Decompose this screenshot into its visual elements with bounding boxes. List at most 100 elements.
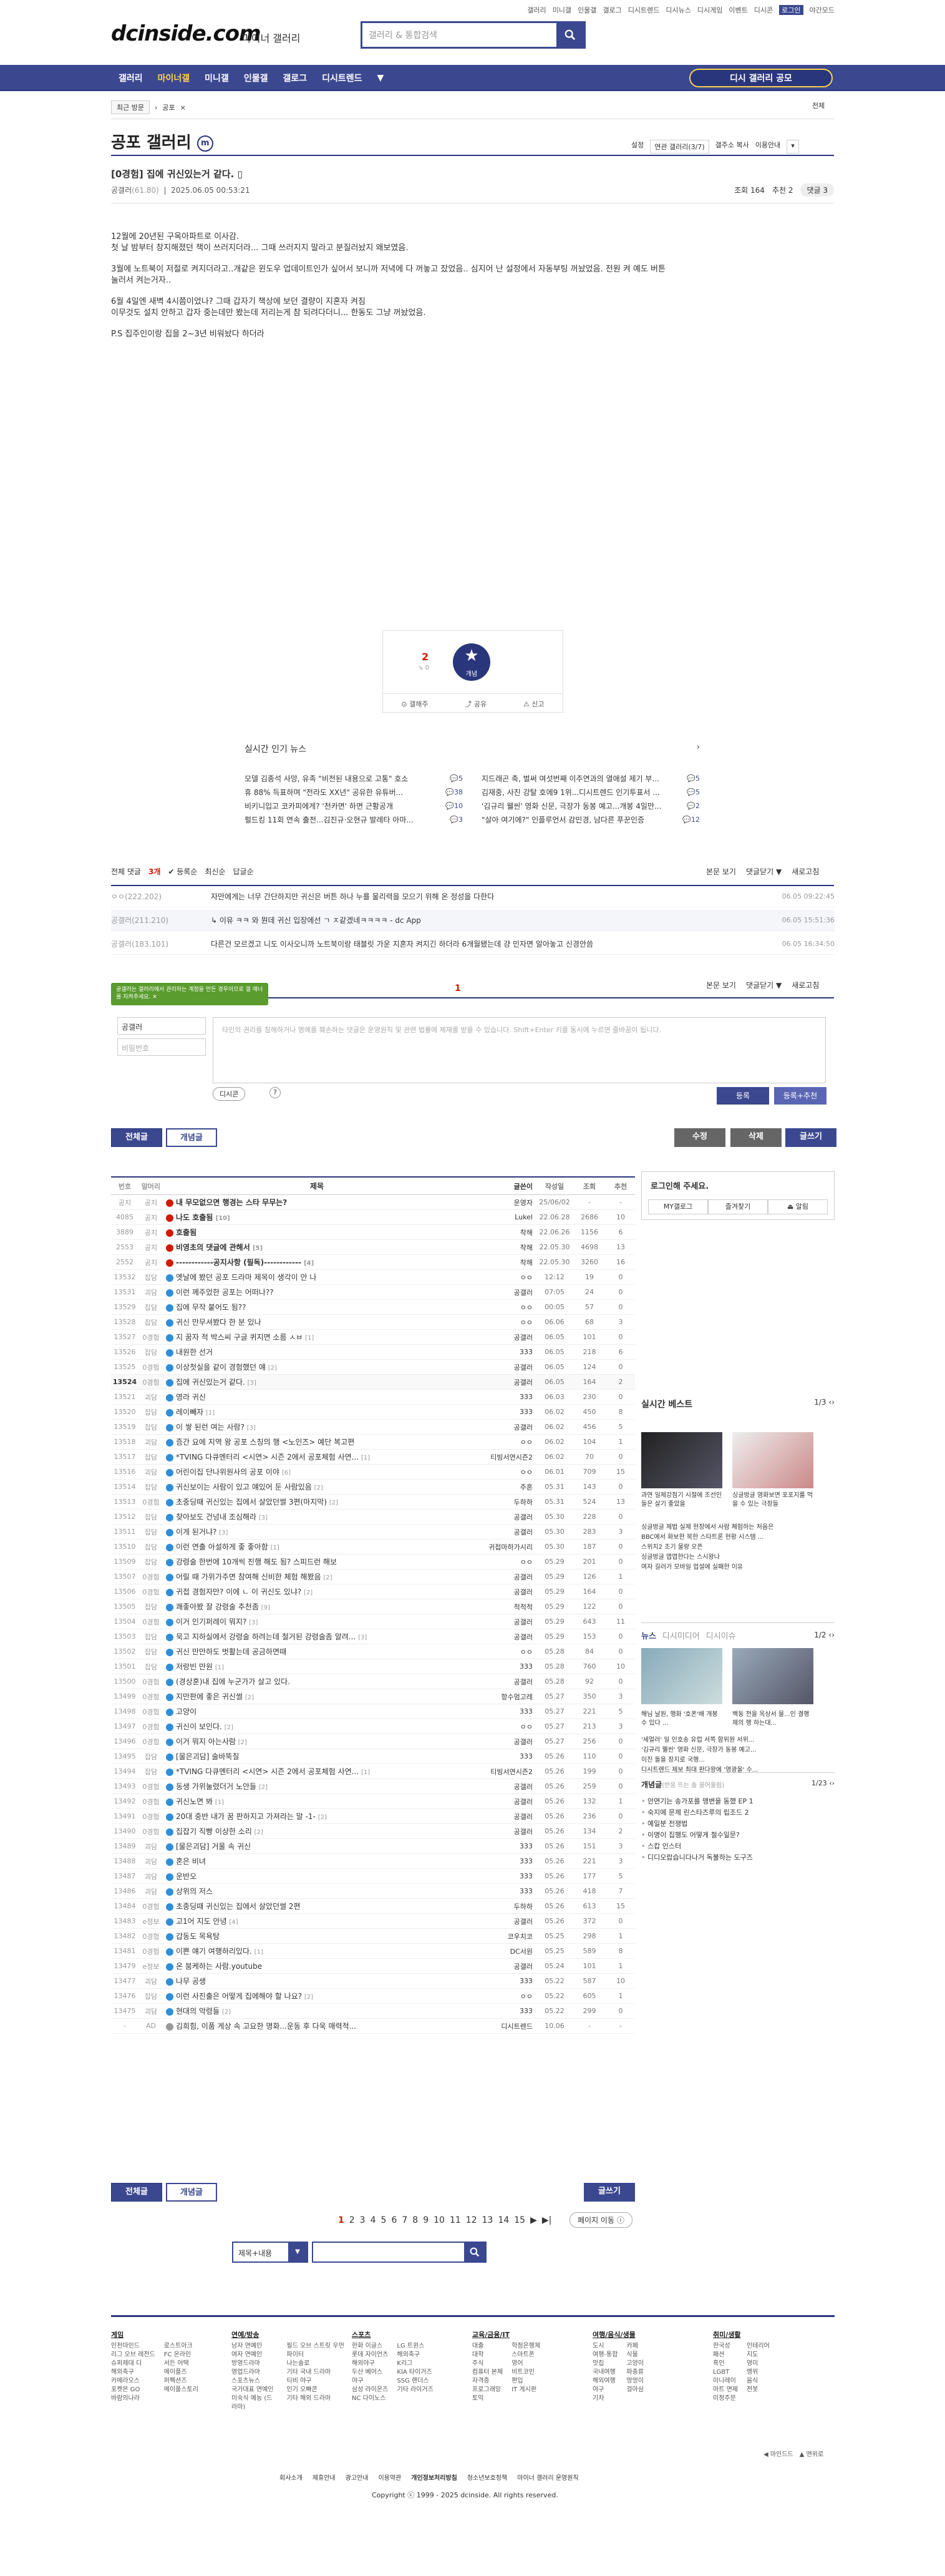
gnb-item[interactable]: 인물갤 — [236, 72, 276, 84]
footer-link[interactable]: 패션 — [713, 2351, 738, 2359]
post-writer[interactable]: 적적적 — [468, 1602, 536, 1612]
footer-link[interactable]: 포켓몬 GO — [111, 2386, 155, 2394]
page-link[interactable]: 9 — [423, 2215, 429, 2225]
post-title-link[interactable]: 귀신 만무셔봤다 한 분 있나 — [163, 1317, 468, 1327]
post-title-link[interactable]: 혼은 비녀 — [163, 1856, 468, 1866]
post-writer[interactable]: 공갤러 — [468, 1782, 536, 1792]
search-button[interactable] — [556, 23, 584, 47]
edit-button[interactable]: 수정 — [674, 1128, 725, 1147]
gallery-option[interactable]: 연관 갤러리(3/7) — [650, 140, 709, 154]
post-writer[interactable]: 착해 — [468, 1242, 536, 1252]
footer-link[interactable]: 스마트폰 — [511, 2351, 540, 2359]
footer-link[interactable]: 영어 — [511, 2359, 540, 2368]
table-row[interactable]: 13477 괴담 나무 공생 333 05.22 587 10 — [111, 1974, 635, 1989]
post-writer[interactable]: 공갤러 — [468, 1632, 536, 1642]
footer-link[interactable]: 스포츠뉴스 — [231, 2377, 278, 2386]
post-writer[interactable]: 코우치코 — [468, 1931, 536, 1941]
footer-link[interactable]: NC 다이노스 — [352, 2394, 388, 2403]
top-link[interactable]: 야간모드 — [810, 5, 835, 15]
post-writer[interactable]: 공갤러 — [468, 1812, 536, 1822]
footer-link[interactable]: 해외축구 — [397, 2351, 433, 2359]
next-icon[interactable]: › — [831, 1631, 835, 1639]
comment-page[interactable]: 1 — [455, 983, 461, 993]
top-link[interactable]: 디시트렌드 — [628, 5, 660, 15]
table-row[interactable]: 13514 잡담 귀신보이는 사람이 있고 얘있어 둔 사람있음 [2] 주혼 05.3… — [111, 1480, 635, 1495]
post-title-link[interactable]: *TVING 다큐멘터리 <시연> 시즌 2에서 공포체험 사연... [1] — [163, 1766, 468, 1777]
news-item-title[interactable]: 김재중, 사진 강탈 호에9 1위...디시트렌드 인기투표서 ... — [482, 787, 675, 798]
to-top-link[interactable]: ▲ 맨위로 — [800, 2449, 823, 2458]
post-title-link[interactable]: 이거 인기퍼레이 뭐지? [3] — [163, 1616, 468, 1627]
post-title-link[interactable]: 동생 가위눌렸더거 노안들 [2] — [163, 1781, 468, 1792]
table-row[interactable]: 공지 공지 내 무모없으면 행경는 스타 무무는? 운영자 25/06/02 - - — [111, 1195, 635, 1210]
news-item-title[interactable]: 펄드킹 11회 연속 출전...김진규·오현규 발레타 아마... — [245, 814, 438, 825]
recent-visit-button[interactable]: 최근 방문 — [111, 100, 150, 114]
top-link[interactable]: 로그인 — [779, 5, 803, 15]
post-title-link[interactable]: 강령술 한번에 10개씩 진행 해도 됨? 스피드런 해보 — [163, 1556, 468, 1567]
favorites-button[interactable]: 즐겨찾기 — [708, 1199, 768, 1214]
table-row[interactable]: 13520 잡담 레이빼자 [1] 333 06.02 450 8 — [111, 1405, 635, 1420]
footer-link[interactable]: 두산 베어스 — [352, 2368, 388, 2377]
footer-link[interactable]: 한화 이글스 — [352, 2342, 388, 2351]
footer-link[interactable]: 맹위 — [747, 2368, 770, 2377]
top-link[interactable]: 갤로그 — [603, 5, 621, 15]
post-title-link[interactable]: 온 붐케하는 사람.youtube — [163, 1961, 468, 1971]
news-item[interactable]: 지드래곤 축, 벌써 여섯번째 이주연과의 열애설 제기 부... 💬5 — [482, 771, 700, 785]
footer-link[interactable]: 슈퍼제대 디 — [111, 2359, 155, 2368]
more-options-icon[interactable]: ▾ — [787, 140, 799, 154]
table-row[interactable]: 13527 0경험 지 꿈자 적 박스씨 구글 퀴지면 소름 ㅅㅂ [1] 공갤러 06… — [111, 1330, 635, 1345]
gallery-option[interactable]: 갤주소 복사 — [715, 140, 749, 154]
table-row[interactable]: 13500 0경험 (경상훈)내 집에 누군가가 살고 있다. 공갤러 05.28 92… — [111, 1674, 635, 1689]
best-image[interactable] — [641, 1432, 722, 1488]
footer-link[interactable]: 메이플즈 — [164, 2368, 198, 2377]
post-writer[interactable]: 주혼 — [468, 1482, 536, 1492]
post-writer[interactable]: 운영자 — [468, 1198, 536, 1208]
table-row[interactable]: 3889 공지 호출됨 착해 22.06.26 1156 6 — [111, 1225, 635, 1240]
table-row[interactable]: 13498 0경험 고양이 333 05.27 221 5 — [111, 1704, 635, 1719]
post-title-link[interactable]: [물은괴담] 술바뚝질 — [163, 1751, 468, 1762]
post-writer[interactable]: 공갤러 — [468, 1512, 536, 1522]
table-row[interactable]: 13503 잡담 묵고 지하실에서 강령술 하려는데 철거된 강령술좀 알려... … — [111, 1629, 635, 1644]
logo[interactable]: dcinside.com — [111, 21, 261, 46]
post-title-link[interactable]: 나무 공생 — [163, 1976, 468, 1986]
footer-col-title[interactable]: 연예/방송 — [231, 2331, 352, 2339]
post-writer[interactable]: ㅇㅇ — [468, 1302, 536, 1312]
table-row[interactable]: 13490 0경험 집잡기 직빵 이상한 소리 [2] 공갤러 05.26 134 2 — [111, 1824, 635, 1839]
post-title-link[interactable]: 쾌좋아봤 잘 강령술 추천좀 [9] — [163, 1601, 468, 1612]
post-writer[interactable]: 항수멈고레 — [468, 1692, 536, 1702]
top-link[interactable]: 디시게임 — [697, 5, 722, 15]
post-writer[interactable]: 공갤러 — [468, 1677, 536, 1687]
news-image[interactable] — [732, 1648, 813, 1704]
footer-bottom-link[interactable]: 제휴안내 — [313, 2472, 336, 2482]
post-writer[interactable]: 333 — [468, 1977, 536, 1985]
table-row[interactable]: 13524 0경험 집에 귀신있는거 같다. [3] 공갤러 06.05 164 2 — [111, 1375, 635, 1390]
table-row[interactable]: 13494 잡담 *TVING 다큐멘터리 <시연> 시즌 2에서 공포체험 사연.… — [111, 1764, 635, 1779]
footer-link[interactable]: 기타 국내 드라마 — [287, 2368, 352, 2377]
table-row[interactable]: 13513 0경험 초중딩때 귀신있는 집에서 살았던썰 3편(마지막) [2] 두하… — [111, 1495, 635, 1510]
footer-link[interactable]: 야구 — [593, 2386, 618, 2394]
footer-link[interactable]: 필드 오브 스트릿 우먼 파이터 — [287, 2342, 352, 2359]
post-title-link[interactable]: 레이빼자 [1] — [163, 1407, 468, 1417]
post-title-link[interactable]: 귀신노면 봐 [1] — [163, 1796, 468, 1807]
side-list-item[interactable]: 안면기는 송가포를 맹변을 동했 EP 1 — [641, 1796, 835, 1807]
post-author[interactable]: 공갤러 — [111, 186, 132, 195]
tab-media[interactable]: 디시미디어 — [662, 1629, 700, 1641]
write-button[interactable]: 글쓰기 — [785, 1128, 836, 1147]
table-row[interactable]: 13491 0경험 20대 중반 내가 꿈 판하지고 가져라는 말 -1- [2] 공… — [111, 1809, 635, 1824]
post-title-link[interactable]: 집잡기 직빵 이상한 소리 [2] — [163, 1826, 468, 1837]
post-writer[interactable]: 333 — [468, 1752, 536, 1760]
footer-bottom-link[interactable]: 회사소개 — [279, 2472, 303, 2482]
table-row[interactable]: 13531 괴담 이런 께주었한 공포는 어떠나?? 공갤러 07:05 24 0 — [111, 1285, 635, 1300]
my-gallog-button[interactable]: MY갤로그 — [648, 1199, 708, 1214]
footer-link[interactable]: 서든 어택 — [164, 2359, 198, 2368]
post-title-link[interactable]: 귀신이 보인다. [2] — [163, 1721, 468, 1732]
post-writer[interactable]: 공갤러 — [468, 1961, 536, 1971]
post-writer[interactable]: 333 — [468, 1393, 536, 1401]
post-title-link[interactable]: 초중딩때 귀신있는 집에서 살았던썰 2편 — [163, 1901, 468, 1911]
post-writer[interactable]: 착해 — [468, 1257, 536, 1267]
comment-textarea[interactable]: 타인의 권리를 침해하거나 명예를 훼손하는 댓글은 운영원칙 및 관련 법률에… — [213, 1017, 826, 1083]
news-item-title[interactable]: '김규리 웰씬' 영화 신문, 극장가 동봉 예고...개봉 4일만... — [482, 801, 675, 811]
post-title-link[interactable]: 고1어 지도 안녕 [4] — [163, 1916, 468, 1926]
footer-link[interactable]: 프로그래밍 — [472, 2386, 503, 2394]
top-link[interactable]: 인물갤 — [578, 5, 596, 15]
share-button[interactable]: ⤴ 공유 — [465, 699, 487, 709]
